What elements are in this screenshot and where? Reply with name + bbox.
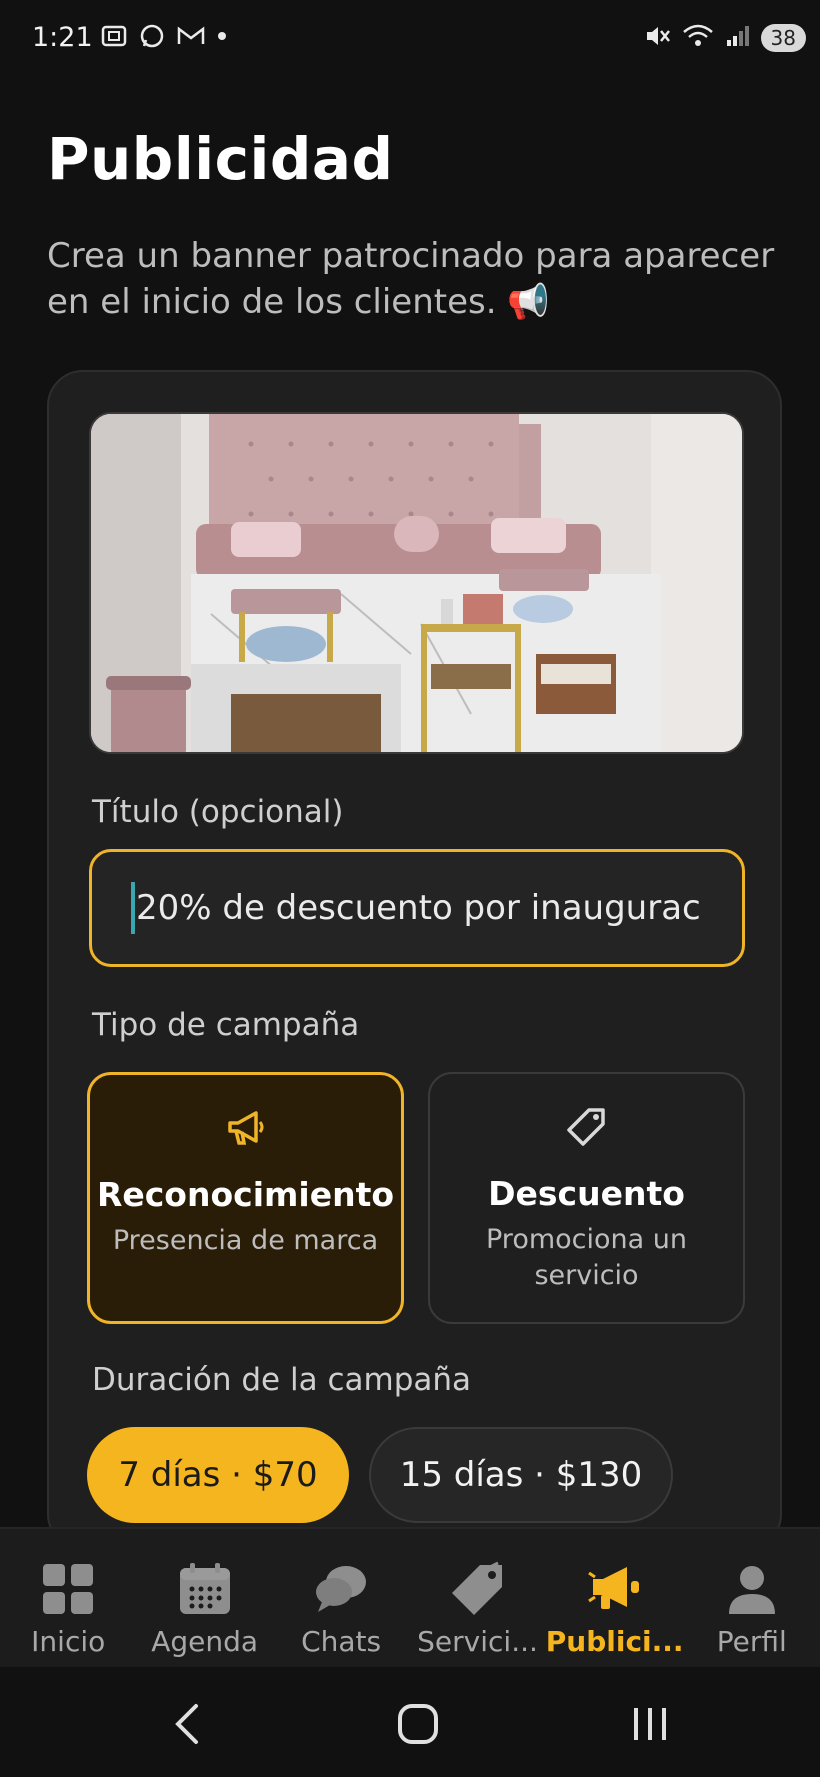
nav-item-inicio[interactable]: Inicio <box>0 1529 136 1667</box>
nav-label: Inicio <box>31 1625 106 1658</box>
title-input[interactable] <box>89 849 745 967</box>
status-right-icons: 38 <box>643 22 806 54</box>
person-icon <box>725 1561 779 1617</box>
status-bar: 1:21 38 <box>0 0 820 80</box>
back-icon[interactable] <box>148 1689 228 1759</box>
campaign-type-desc: Promociona un servicio <box>486 1224 687 1291</box>
nav-label: Chats <box>301 1625 382 1658</box>
recent-apps-icon[interactable] <box>610 1689 690 1759</box>
gmail-icon <box>176 22 206 56</box>
signal-icon <box>725 22 751 54</box>
nav-item-perfil[interactable]: Perfil <box>684 1529 820 1667</box>
tag-icon <box>430 1104 743 1152</box>
nav-item-servicios[interactable]: Servici... <box>409 1529 545 1667</box>
ad-form-card: Título (opcional) Tipo de campaña Recono… <box>47 370 782 1550</box>
status-time: 1:21 <box>32 22 93 53</box>
mute-icon <box>643 22 671 54</box>
campaign-type-reconocimiento[interactable]: Reconocimiento Presencia de marca <box>87 1072 404 1324</box>
nav-label: Perfil <box>716 1625 787 1658</box>
campaign-type-desc: Presencia de marca <box>112 1225 379 1256</box>
page-subtitle: Crea un banner patrocinado para aparecer… <box>47 236 775 322</box>
grid-icon <box>41 1561 95 1617</box>
home-icon[interactable] <box>378 1689 458 1759</box>
text-caret <box>131 882 135 934</box>
bottom-nav: Inicio Agenda Chats Servici... Publici..… <box>0 1527 820 1667</box>
tag-icon <box>450 1561 506 1617</box>
campaign-type-descuento[interactable]: Descuento Promociona un servicio <box>428 1072 745 1324</box>
wifi-icon <box>681 22 715 54</box>
duration-option-15-days[interactable]: 15 días · $130 <box>369 1427 673 1523</box>
campaign-type-title: Descuento <box>488 1174 685 1213</box>
nav-item-publicidad[interactable]: Publici... <box>546 1529 684 1667</box>
banner-image[interactable] <box>89 412 744 754</box>
battery-icon: 38 <box>760 24 806 52</box>
page-title: Publicidad <box>47 125 394 193</box>
dot-icon <box>216 22 228 56</box>
megaphone-icon <box>90 1105 401 1153</box>
whatsapp-icon <box>138 22 166 56</box>
duration-option-7-days[interactable]: 7 días · $70 <box>87 1427 349 1523</box>
nav-item-agenda[interactable]: Agenda <box>136 1529 272 1667</box>
system-navigation-bar <box>0 1667 820 1777</box>
status-left-icons <box>100 22 228 56</box>
title-field-label: Título (opcional) <box>92 794 344 830</box>
screenshot-icon <box>100 22 128 56</box>
nav-label: Publici... <box>545 1625 684 1658</box>
chat-icon <box>314 1561 368 1617</box>
campaign-type-label: Tipo de campaña <box>92 1007 360 1043</box>
megaphone-icon <box>587 1561 643 1617</box>
nav-label: Agenda <box>151 1625 259 1658</box>
calendar-icon <box>178 1561 232 1617</box>
nav-label: Servici... <box>417 1625 538 1658</box>
duration-label: Duración de la campaña <box>92 1362 472 1398</box>
nav-item-chats[interactable]: Chats <box>273 1529 409 1667</box>
campaign-type-title: Reconocimiento <box>96 1175 395 1214</box>
